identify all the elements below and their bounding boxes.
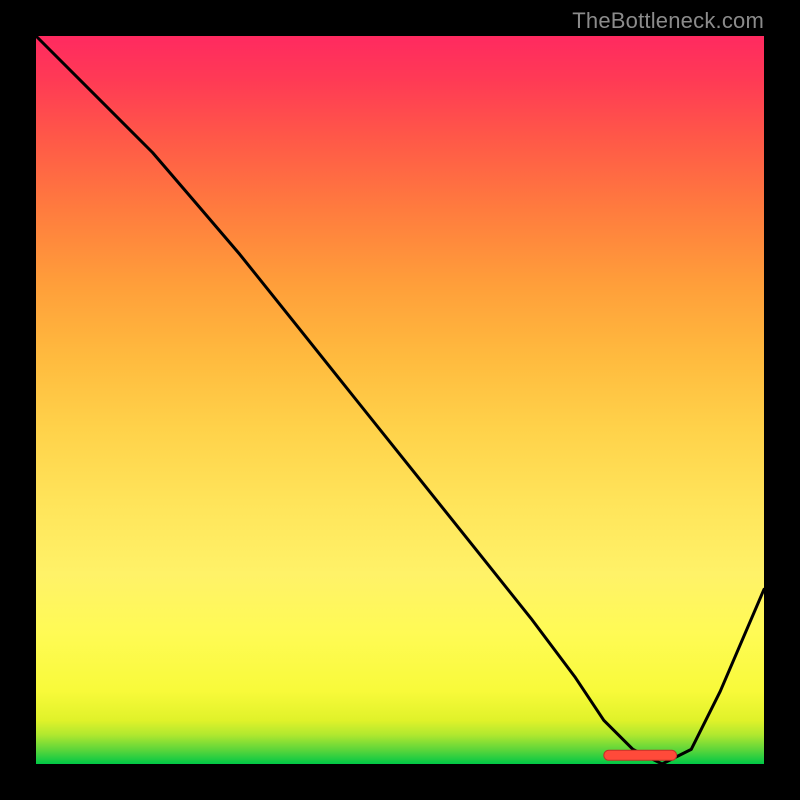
- minimum-marker: [36, 36, 764, 764]
- chart-container: TheBottleneck.com: [0, 0, 800, 800]
- plot-area: [36, 36, 764, 764]
- watermark-text: TheBottleneck.com: [572, 8, 764, 34]
